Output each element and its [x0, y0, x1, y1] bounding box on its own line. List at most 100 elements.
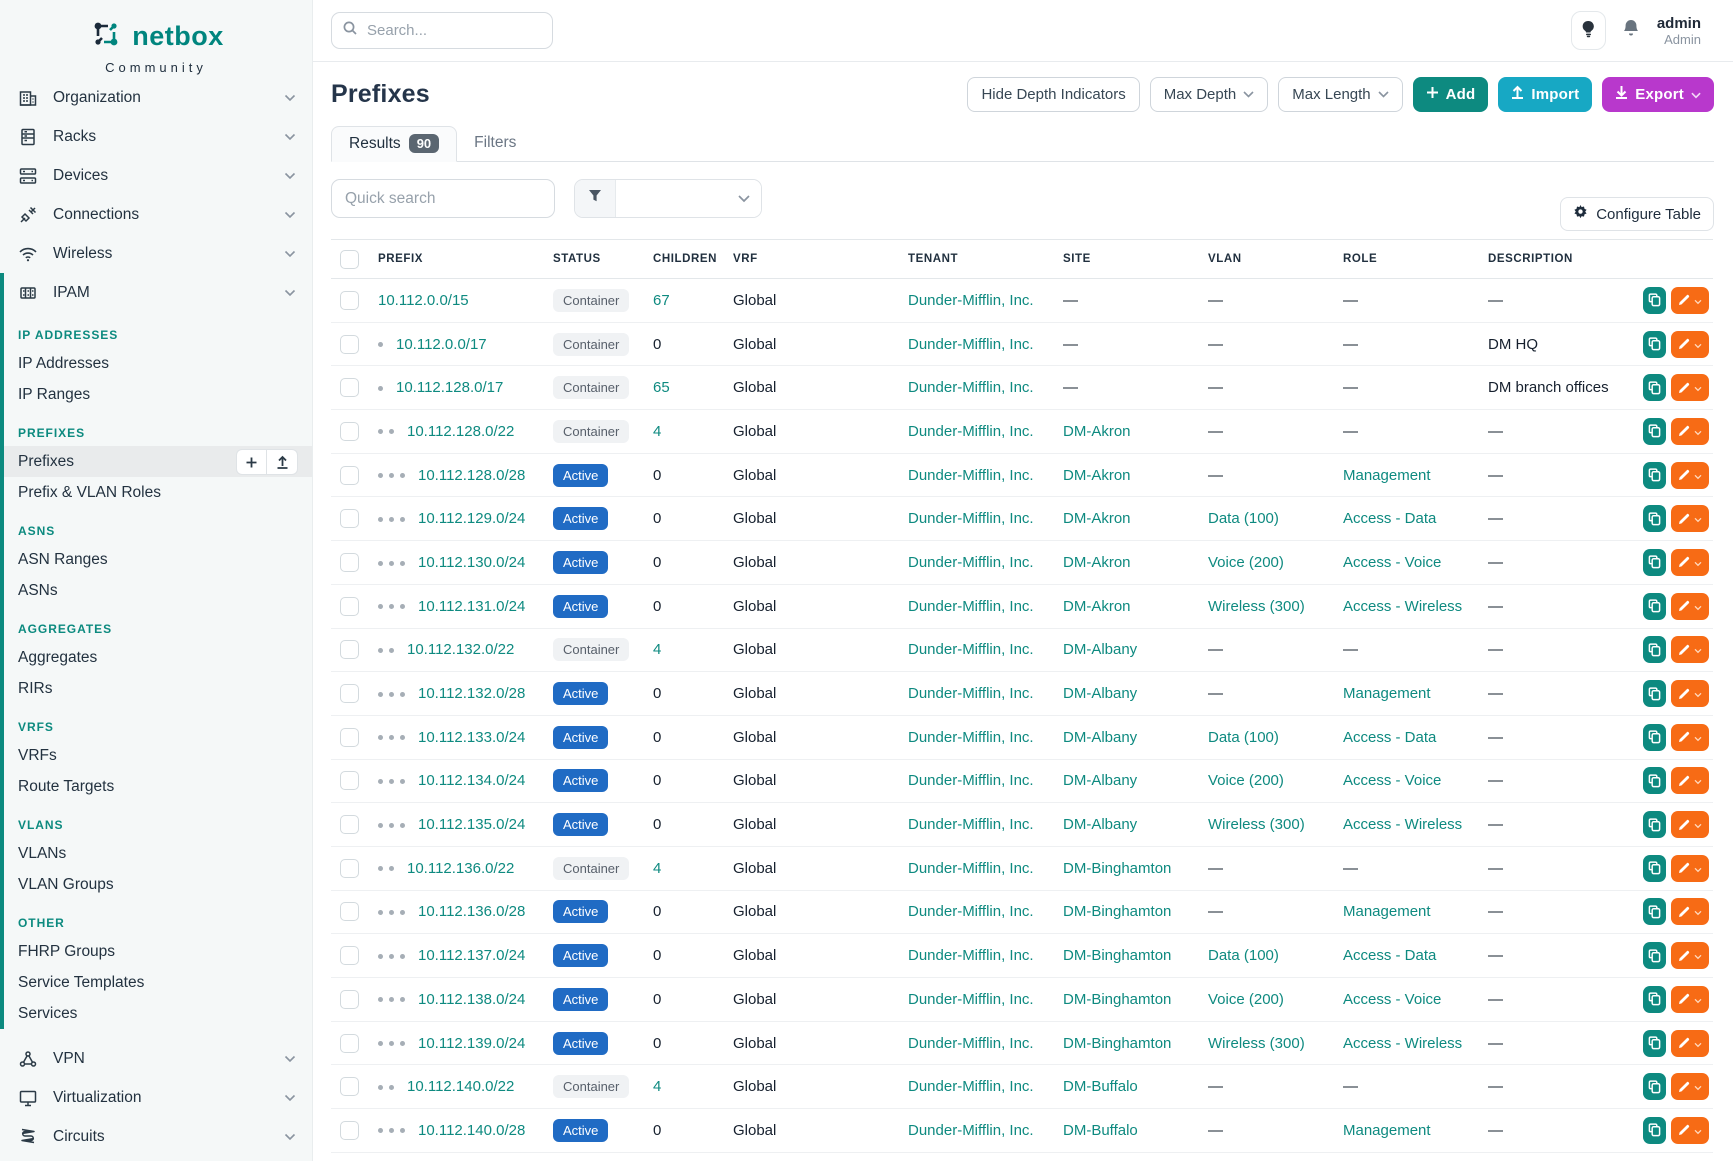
row-checkbox[interactable] — [340, 1034, 359, 1053]
row-checkbox[interactable] — [340, 422, 359, 441]
site-link[interactable]: DM-Buffalo — [1063, 1078, 1138, 1095]
vlan-link[interactable]: Voice (200) — [1208, 991, 1284, 1008]
row-checkbox[interactable] — [340, 466, 359, 485]
site-link[interactable]: DM-Albany — [1063, 816, 1137, 833]
sidebar-item-ip-ranges[interactable]: IP Ranges — [4, 379, 312, 410]
tenant-link[interactable]: Dunder-Mifflin, Inc. — [908, 641, 1034, 658]
sidebar-item-service-templates[interactable]: Service Templates — [4, 967, 312, 998]
row-checkbox[interactable] — [340, 859, 359, 878]
prefix-link[interactable]: 10.112.128.0/28 — [418, 467, 525, 484]
clone-button[interactable] — [1643, 986, 1666, 1013]
tenant-link[interactable]: Dunder-Mifflin, Inc. — [908, 729, 1034, 746]
row-checkbox[interactable] — [340, 771, 359, 790]
row-checkbox[interactable] — [340, 291, 359, 310]
clone-button[interactable] — [1643, 287, 1666, 314]
column-header-vlan[interactable]: VLAN — [1204, 240, 1339, 279]
user-menu[interactable]: admin Admin — [1657, 15, 1701, 47]
tenant-link[interactable]: Dunder-Mifflin, Inc. — [908, 816, 1034, 833]
children-link[interactable]: 4 — [653, 860, 661, 877]
clone-button[interactable] — [1643, 855, 1666, 882]
row-checkbox[interactable] — [340, 378, 359, 397]
tenant-link[interactable]: Dunder-Mifflin, Inc. — [908, 860, 1034, 877]
row-checkbox[interactable] — [340, 553, 359, 572]
site-link[interactable]: DM-Albany — [1063, 641, 1137, 658]
site-link[interactable]: DM-Albany — [1063, 729, 1137, 746]
sidebar-item-vrfs[interactable]: VRFs — [4, 740, 312, 771]
row-checkbox[interactable] — [340, 597, 359, 616]
clone-button[interactable] — [1643, 1073, 1666, 1100]
row-checkbox[interactable] — [340, 815, 359, 834]
edit-dropdown-button[interactable] — [1671, 1030, 1709, 1057]
edit-dropdown-button[interactable] — [1671, 287, 1709, 314]
prefix-link[interactable]: 10.112.137.0/24 — [418, 947, 525, 964]
notifications-button[interactable] — [1621, 18, 1641, 44]
row-checkbox[interactable] — [340, 946, 359, 965]
clone-button[interactable] — [1643, 680, 1666, 707]
sidebar-item-virtualization[interactable]: Virtualization — [0, 1078, 312, 1117]
vlan-link[interactable]: Voice (200) — [1208, 772, 1284, 789]
site-link[interactable]: DM-Akron — [1063, 467, 1131, 484]
theme-toggle-button[interactable] — [1571, 11, 1606, 50]
select-all-checkbox[interactable] — [340, 250, 359, 269]
clone-button[interactable] — [1643, 811, 1666, 838]
row-checkbox[interactable] — [340, 509, 359, 528]
site-link[interactable]: DM-Akron — [1063, 598, 1131, 615]
site-link[interactable]: DM-Binghamton — [1063, 903, 1171, 920]
sidebar-item-prefix-vlan-roles[interactable]: Prefix & VLAN Roles — [4, 477, 312, 508]
column-header-tenant[interactable]: TENANT — [904, 240, 1059, 279]
tenant-link[interactable]: Dunder-Mifflin, Inc. — [908, 772, 1034, 789]
sidebar-item-route-targets[interactable]: Route Targets — [4, 771, 312, 802]
column-header-description[interactable]: DESCRIPTION — [1484, 240, 1639, 279]
prefix-link[interactable]: 10.112.131.0/24 — [418, 598, 525, 615]
vlan-link[interactable]: Wireless (300) — [1208, 598, 1305, 615]
row-checkbox[interactable] — [340, 902, 359, 921]
vlan-link[interactable]: Wireless (300) — [1208, 1035, 1305, 1052]
clone-button[interactable] — [1643, 942, 1666, 969]
sidebar-item-fhrp-groups[interactable]: FHRP Groups — [4, 936, 312, 967]
row-checkbox[interactable] — [340, 728, 359, 747]
edit-dropdown-button[interactable] — [1671, 855, 1709, 882]
role-link[interactable]: Access - Data — [1343, 729, 1436, 746]
tenant-link[interactable]: Dunder-Mifflin, Inc. — [908, 903, 1034, 920]
row-checkbox[interactable] — [340, 1121, 359, 1140]
tenant-link[interactable]: Dunder-Mifflin, Inc. — [908, 598, 1034, 615]
prefix-link[interactable]: 10.112.129.0/24 — [418, 510, 525, 527]
tenant-link[interactable]: Dunder-Mifflin, Inc. — [908, 991, 1034, 1008]
children-link[interactable]: 4 — [653, 641, 661, 658]
prefix-link[interactable]: 10.112.133.0/24 — [418, 729, 525, 746]
row-checkbox[interactable] — [340, 684, 359, 703]
site-link[interactable]: DM-Akron — [1063, 554, 1131, 571]
prefix-link[interactable]: 10.112.132.0/22 — [407, 641, 514, 658]
tab-filters[interactable]: Filters — [457, 126, 533, 161]
clone-button[interactable] — [1643, 724, 1666, 751]
sidebar-item-racks[interactable]: Racks — [0, 117, 312, 156]
role-link[interactable]: Management — [1343, 685, 1431, 702]
edit-dropdown-button[interactable] — [1671, 724, 1709, 751]
edit-dropdown-button[interactable] — [1671, 374, 1709, 401]
tenant-link[interactable]: Dunder-Mifflin, Inc. — [908, 1122, 1034, 1139]
role-link[interactable]: Access - Wireless — [1343, 816, 1462, 833]
prefix-link[interactable]: 10.112.128.0/17 — [396, 379, 503, 396]
vlan-link[interactable]: Data (100) — [1208, 947, 1279, 964]
row-checkbox[interactable] — [340, 990, 359, 1009]
edit-dropdown-button[interactable] — [1671, 1073, 1709, 1100]
sidebar-item-wireless[interactable]: Wireless — [0, 234, 312, 273]
site-link[interactable]: DM-Akron — [1063, 510, 1131, 527]
edit-dropdown-button[interactable] — [1671, 1117, 1709, 1144]
sidebar-item-circuits[interactable]: Circuits — [0, 1117, 312, 1156]
sidebar-item-vlans[interactable]: VLANs — [4, 838, 312, 869]
prefix-link[interactable]: 10.112.130.0/24 — [418, 554, 525, 571]
column-header-vrf[interactable]: VRF — [729, 240, 904, 279]
site-link[interactable]: DM-Akron — [1063, 423, 1131, 440]
tenant-link[interactable]: Dunder-Mifflin, Inc. — [908, 379, 1034, 396]
search-input[interactable] — [367, 22, 527, 39]
sidebar-item-connections[interactable]: Connections — [0, 195, 312, 234]
site-link[interactable]: DM-Binghamton — [1063, 1035, 1171, 1052]
children-link[interactable]: 65 — [653, 379, 670, 396]
clone-button[interactable] — [1643, 636, 1666, 663]
role-link[interactable]: Access - Voice — [1343, 554, 1441, 571]
role-link[interactable]: Access - Data — [1343, 947, 1436, 964]
max-depth-dropdown[interactable]: Max Depth — [1150, 77, 1269, 112]
tenant-link[interactable]: Dunder-Mifflin, Inc. — [908, 467, 1034, 484]
prefix-link[interactable]: 10.112.140.0/22 — [407, 1078, 514, 1095]
